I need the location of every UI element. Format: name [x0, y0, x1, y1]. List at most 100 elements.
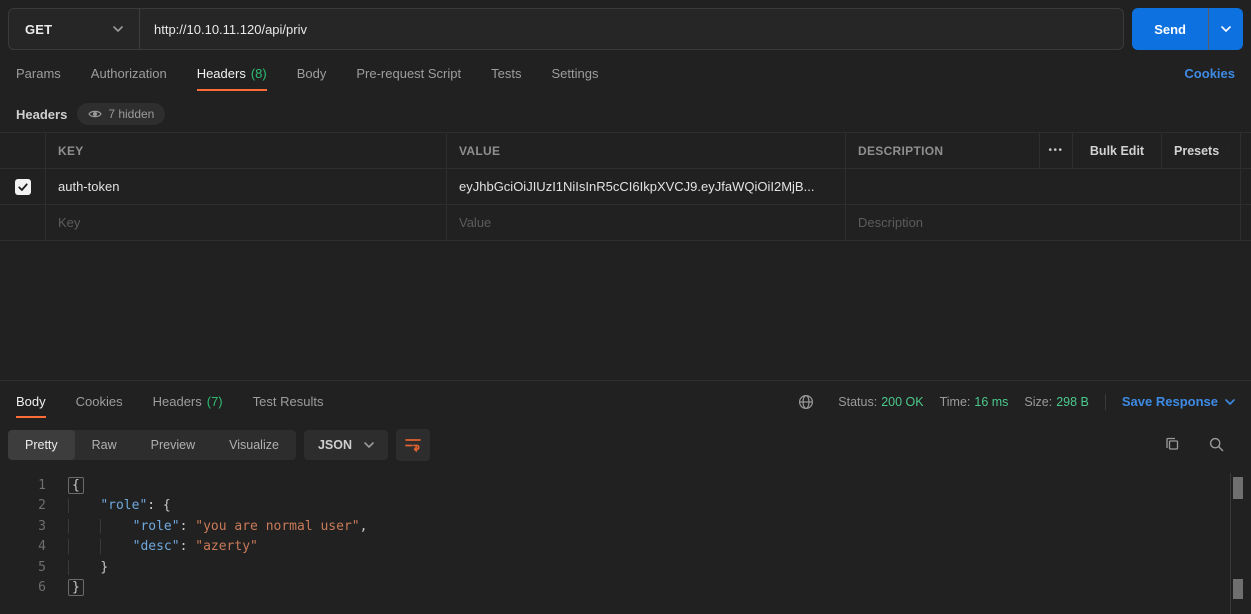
size-label: Size: [1024, 395, 1052, 409]
response-tab-headers[interactable]: Headers (7) [153, 381, 223, 423]
scrollbar-track[interactable] [1230, 473, 1231, 614]
response-view-switcher: Pretty Raw Preview Visualize [8, 430, 296, 460]
line-number[interactable]: 1 [0, 476, 46, 497]
headers-heading: Headers 7 hidden [0, 96, 1251, 132]
line-number[interactable]: 6 [0, 578, 46, 599]
key-placeholder: Key [58, 215, 80, 230]
view-tab-pretty[interactable]: Pretty [8, 430, 75, 460]
request-tabs: Params Authorization Headers (8) Body Pr… [0, 50, 1251, 96]
column-header-key: KEY [46, 133, 447, 168]
hidden-headers-toggle[interactable]: 7 hidden [77, 103, 165, 125]
code-line: 6 } [0, 578, 1251, 599]
line-number[interactable]: 4 [0, 537, 46, 558]
column-label: DESCRIPTION [858, 144, 943, 158]
send-button[interactable]: Send [1132, 8, 1208, 50]
line-number[interactable]: 5 [0, 558, 46, 579]
headers-title: Headers [16, 107, 67, 122]
header-value-field[interactable]: eyJhbGciOiJIUzI1NiIsInR5cCI6IkpXVCJ9.eyJ… [447, 169, 846, 204]
tab-body[interactable]: Body [297, 50, 327, 96]
request-bar: GET Send [0, 0, 1251, 50]
search-response-button[interactable] [1208, 436, 1225, 453]
wrap-text-button[interactable] [396, 429, 430, 461]
format-select[interactable]: JSON [304, 430, 388, 460]
time-label: Time: [940, 395, 971, 409]
response-body-editor[interactable]: 1 { 2 "role": { 3 "role": "you are norma… [0, 467, 1251, 614]
chevron-down-icon [1221, 26, 1231, 32]
scrollbar-thumb[interactable] [1233, 477, 1243, 499]
line-number[interactable]: 2 [0, 496, 46, 517]
network-globe-icon[interactable] [798, 394, 814, 410]
status-meta: Status:200 OK [838, 395, 923, 409]
tab-label: Body [16, 394, 46, 409]
row-check-cell [0, 169, 46, 204]
copy-response-button[interactable] [1163, 436, 1180, 453]
line-code: "role": "you are normal user", [46, 517, 367, 538]
indent [100, 519, 132, 534]
method-select[interactable]: GET [9, 9, 139, 49]
status-label: Status: [838, 395, 877, 409]
more-options-button[interactable]: ••• [1040, 133, 1073, 168]
table-gutter [1240, 205, 1251, 240]
indent [68, 519, 100, 534]
header-key-field[interactable]: auth-token [46, 169, 447, 204]
view-tab-preview[interactable]: Preview [134, 430, 212, 460]
tab-label: Settings [551, 66, 598, 81]
tab-settings[interactable]: Settings [551, 50, 598, 96]
eye-icon [88, 108, 102, 120]
json-punct: : [180, 539, 196, 554]
response-tab-body[interactable]: Body [16, 381, 46, 423]
tab-label: Headers [153, 394, 202, 409]
header-key-value: auth-token [58, 179, 119, 194]
hidden-count-label: 7 hidden [108, 107, 154, 121]
scrollbar-thumb[interactable] [1233, 579, 1243, 599]
json-string: "you are normal user" [195, 519, 359, 534]
column-label: VALUE [459, 144, 500, 158]
line-number[interactable]: 3 [0, 517, 46, 538]
save-response-dropdown[interactable]: Save Response [1122, 394, 1235, 409]
divider [1105, 394, 1106, 410]
code-line: 1 { [0, 476, 1251, 497]
response-tab-test-results[interactable]: Test Results [253, 381, 324, 423]
tab-pre-request-script[interactable]: Pre-request Script [356, 50, 461, 96]
row-checkbox[interactable] [15, 179, 31, 195]
value-placeholder: Value [459, 215, 491, 230]
line-code: } [46, 578, 84, 599]
description-placeholder: Description [858, 215, 923, 230]
send-options-button[interactable] [1209, 8, 1243, 50]
size-meta: Size:298 B [1024, 395, 1088, 409]
presets-label: Presets [1174, 144, 1219, 158]
tab-tests[interactable]: Tests [491, 50, 521, 96]
view-tab-raw[interactable]: Raw [75, 430, 134, 460]
tab-authorization[interactable]: Authorization [91, 50, 167, 96]
new-key-field[interactable]: Key [46, 205, 447, 240]
json-punct: , [360, 519, 368, 534]
method-value: GET [25, 22, 52, 37]
indent [100, 539, 132, 554]
url-input[interactable] [140, 9, 1123, 49]
presets-dropdown[interactable]: Presets [1162, 133, 1240, 168]
tab-label: Params [16, 66, 61, 81]
tab-params[interactable]: Params [16, 50, 61, 96]
view-tab-visualize[interactable]: Visualize [212, 430, 296, 460]
time-value: 16 ms [974, 395, 1008, 409]
line-code: } [46, 558, 108, 579]
time-meta: Time:16 ms [940, 395, 1009, 409]
json-key: "role" [100, 498, 147, 513]
bulk-edit-button[interactable]: Bulk Edit [1073, 133, 1162, 168]
code-line: 2 "role": { [0, 496, 1251, 517]
tab-label: Tests [491, 66, 521, 81]
new-description-field[interactable]: Description [846, 205, 1240, 240]
response-tab-cookies[interactable]: Cookies [76, 381, 123, 423]
cookies-link[interactable]: Cookies [1184, 66, 1235, 81]
fold-brace[interactable]: { [68, 477, 84, 494]
table-row: auth-token eyJhbGciOiJIUzI1NiIsInR5cCI6I… [0, 169, 1251, 205]
column-label: KEY [58, 144, 84, 158]
fold-brace[interactable]: } [68, 579, 84, 596]
tab-label: Pre-request Script [356, 66, 461, 81]
search-icon [1208, 436, 1225, 453]
json-punct: : { [147, 498, 170, 513]
new-value-field[interactable]: Value [447, 205, 846, 240]
indent [68, 560, 100, 575]
tab-headers[interactable]: Headers (8) [197, 50, 267, 96]
header-description-field[interactable] [846, 169, 1240, 204]
